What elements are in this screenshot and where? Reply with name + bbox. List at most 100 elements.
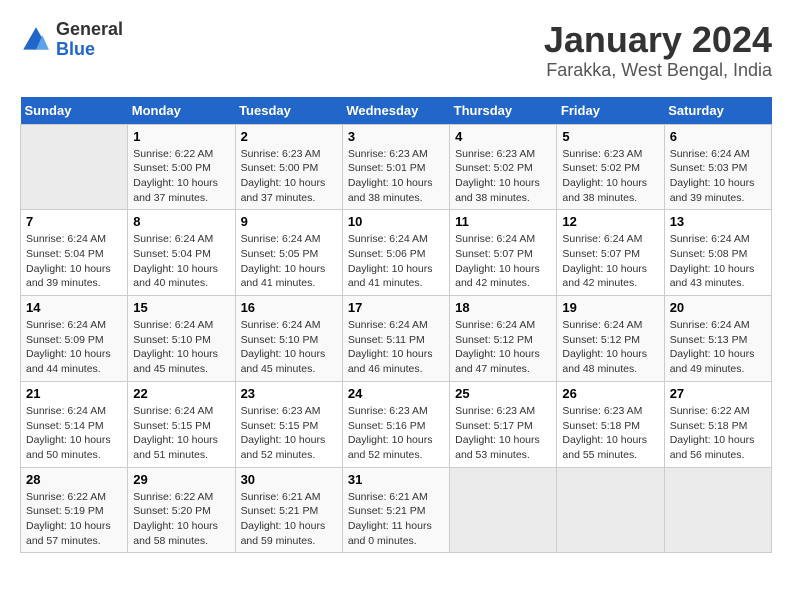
day-cell: 11 Sunrise: 6:24 AMSunset: 5:07 PMDayligh… — [450, 210, 557, 296]
title-block: January 2024 Farakka, West Bengal, India — [544, 20, 772, 81]
day-cell: 17 Sunrise: 6:24 AMSunset: 5:11 PMDayligh… — [342, 296, 449, 382]
day-cell — [450, 467, 557, 553]
day-info: Sunrise: 6:22 AMSunset: 5:19 PMDaylight:… — [26, 490, 122, 549]
day-number: 21 — [26, 386, 122, 401]
day-number: 29 — [133, 472, 229, 487]
day-info: Sunrise: 6:23 AMSunset: 5:02 PMDaylight:… — [562, 147, 658, 206]
day-number: 26 — [562, 386, 658, 401]
day-cell: 16 Sunrise: 6:24 AMSunset: 5:10 PMDayligh… — [235, 296, 342, 382]
day-cell: 30Sunrise: 6:21 AMSunset: 5:21 PMDayligh… — [235, 467, 342, 553]
header-sunday: Sunday — [21, 97, 128, 125]
day-cell: 28Sunrise: 6:22 AMSunset: 5:19 PMDayligh… — [21, 467, 128, 553]
day-cell — [21, 124, 128, 210]
day-number: 25 — [455, 386, 551, 401]
day-cell: 3Sunrise: 6:23 AMSunset: 5:01 PMDaylight… — [342, 124, 449, 210]
day-number: 18 — [455, 300, 551, 315]
day-info: Sunrise: 6:24 AMSunset: 5:06 PMDaylight:… — [348, 232, 444, 291]
header-tuesday: Tuesday — [235, 97, 342, 125]
day-number: 13 — [670, 214, 766, 229]
day-number: 15 — [133, 300, 229, 315]
day-cell: 23 Sunrise: 6:23 AMSunset: 5:15 PMDayligh… — [235, 381, 342, 467]
day-info: Sunrise: 6:24 AMSunset: 5:13 PMDaylight:… — [670, 318, 766, 377]
day-info: Sunrise: 6:24 AMSunset: 5:11 PMDaylight:… — [348, 318, 444, 377]
day-info: Sunrise: 6:24 AMSunset: 5:07 PMDaylight:… — [455, 232, 551, 291]
day-number: 27 — [670, 386, 766, 401]
day-cell: 12Sunrise: 6:24 AMSunset: 5:07 PMDayligh… — [557, 210, 664, 296]
day-number: 20 — [670, 300, 766, 315]
day-number: 4 — [455, 129, 551, 144]
day-cell: 24Sunrise: 6:23 AMSunset: 5:16 PMDayligh… — [342, 381, 449, 467]
day-cell: 6 Sunrise: 6:24 AMSunset: 5:03 PMDaylight… — [664, 124, 771, 210]
day-number: 22 — [133, 386, 229, 401]
day-info: Sunrise: 6:24 AMSunset: 5:04 PMDaylight:… — [26, 232, 122, 291]
day-cell: 26 Sunrise: 6:23 AMSunset: 5:18 PMDayligh… — [557, 381, 664, 467]
header-wednesday: Wednesday — [342, 97, 449, 125]
logo: General Blue — [20, 20, 123, 60]
day-number: 6 — [670, 129, 766, 144]
day-info: Sunrise: 6:22 AMSunset: 5:20 PMDaylight:… — [133, 490, 229, 549]
day-cell: 1 Sunrise: 6:22 AMSunset: 5:00 PMDaylight… — [128, 124, 235, 210]
day-info: Sunrise: 6:23 AMSunset: 5:02 PMDaylight:… — [455, 147, 551, 206]
day-cell: 21 Sunrise: 6:24 AMSunset: 5:14 PMDayligh… — [21, 381, 128, 467]
day-cell — [664, 467, 771, 553]
day-number: 30 — [241, 472, 337, 487]
day-cell: 5 Sunrise: 6:23 AMSunset: 5:02 PMDaylight… — [557, 124, 664, 210]
day-cell: 31 Sunrise: 6:21 AMSunset: 5:21 PMDayligh… — [342, 467, 449, 553]
week-row-3: 14 Sunrise: 6:24 AMSunset: 5:09 PMDayligh… — [21, 296, 772, 382]
day-number: 10 — [348, 214, 444, 229]
day-info: Sunrise: 6:24 AMSunset: 5:09 PMDaylight:… — [26, 318, 122, 377]
day-number: 7 — [26, 214, 122, 229]
calendar-header: SundayMondayTuesdayWednesdayThursdayFrid… — [21, 97, 772, 125]
day-cell: 8Sunrise: 6:24 AMSunset: 5:04 PMDaylight… — [128, 210, 235, 296]
day-number: 31 — [348, 472, 444, 487]
day-number: 1 — [133, 129, 229, 144]
day-number: 9 — [241, 214, 337, 229]
day-info: Sunrise: 6:23 AMSunset: 5:15 PMDaylight:… — [241, 404, 337, 463]
day-info: Sunrise: 6:23 AMSunset: 5:16 PMDaylight:… — [348, 404, 444, 463]
day-info: Sunrise: 6:24 AMSunset: 5:10 PMDaylight:… — [241, 318, 337, 377]
day-number: 16 — [241, 300, 337, 315]
day-info: Sunrise: 6:23 AMSunset: 5:17 PMDaylight:… — [455, 404, 551, 463]
day-info: Sunrise: 6:24 AMSunset: 5:15 PMDaylight:… — [133, 404, 229, 463]
header-monday: Monday — [128, 97, 235, 125]
day-info: Sunrise: 6:21 AMSunset: 5:21 PMDaylight:… — [348, 490, 444, 549]
day-info: Sunrise: 6:22 AMSunset: 5:00 PMDaylight:… — [133, 147, 229, 206]
day-number: 19 — [562, 300, 658, 315]
day-number: 3 — [348, 129, 444, 144]
week-row-4: 21 Sunrise: 6:24 AMSunset: 5:14 PMDayligh… — [21, 381, 772, 467]
header-saturday: Saturday — [664, 97, 771, 125]
page-title: January 2024 — [544, 20, 772, 60]
header-thursday: Thursday — [450, 97, 557, 125]
day-info: Sunrise: 6:24 AMSunset: 5:08 PMDaylight:… — [670, 232, 766, 291]
day-cell: 25 Sunrise: 6:23 AMSunset: 5:17 PMDayligh… — [450, 381, 557, 467]
day-number: 5 — [562, 129, 658, 144]
day-number: 14 — [26, 300, 122, 315]
day-cell: 29 Sunrise: 6:22 AMSunset: 5:20 PMDayligh… — [128, 467, 235, 553]
day-cell: 13 Sunrise: 6:24 AMSunset: 5:08 PMDayligh… — [664, 210, 771, 296]
day-info: Sunrise: 6:24 AMSunset: 5:05 PMDaylight:… — [241, 232, 337, 291]
day-number: 2 — [241, 129, 337, 144]
logo-blue-text: Blue — [56, 40, 123, 60]
logo-text: General Blue — [56, 20, 123, 60]
day-cell: 15Sunrise: 6:24 AMSunset: 5:10 PMDayligh… — [128, 296, 235, 382]
day-info: Sunrise: 6:23 AMSunset: 5:18 PMDaylight:… — [562, 404, 658, 463]
calendar-table: SundayMondayTuesdayWednesdayThursdayFrid… — [20, 97, 772, 554]
day-info: Sunrise: 6:24 AMSunset: 5:03 PMDaylight:… — [670, 147, 766, 206]
day-number: 17 — [348, 300, 444, 315]
day-cell: 19Sunrise: 6:24 AMSunset: 5:12 PMDayligh… — [557, 296, 664, 382]
day-info: Sunrise: 6:22 AMSunset: 5:18 PMDaylight:… — [670, 404, 766, 463]
day-number: 12 — [562, 214, 658, 229]
day-info: Sunrise: 6:24 AMSunset: 5:14 PMDaylight:… — [26, 404, 122, 463]
day-cell: 27 Sunrise: 6:22 AMSunset: 5:18 PMDayligh… — [664, 381, 771, 467]
logo-icon — [20, 24, 52, 56]
week-row-2: 7 Sunrise: 6:24 AMSunset: 5:04 PMDaylight… — [21, 210, 772, 296]
day-info: Sunrise: 6:24 AMSunset: 5:04 PMDaylight:… — [133, 232, 229, 291]
day-cell: 20 Sunrise: 6:24 AMSunset: 5:13 PMDayligh… — [664, 296, 771, 382]
logo-general-text: General — [56, 20, 123, 40]
week-row-1: 1 Sunrise: 6:22 AMSunset: 5:00 PMDaylight… — [21, 124, 772, 210]
day-cell: 2Sunrise: 6:23 AMSunset: 5:00 PMDaylight… — [235, 124, 342, 210]
day-cell: 14 Sunrise: 6:24 AMSunset: 5:09 PMDayligh… — [21, 296, 128, 382]
day-number: 11 — [455, 214, 551, 229]
page-subtitle: Farakka, West Bengal, India — [544, 60, 772, 81]
day-number: 23 — [241, 386, 337, 401]
